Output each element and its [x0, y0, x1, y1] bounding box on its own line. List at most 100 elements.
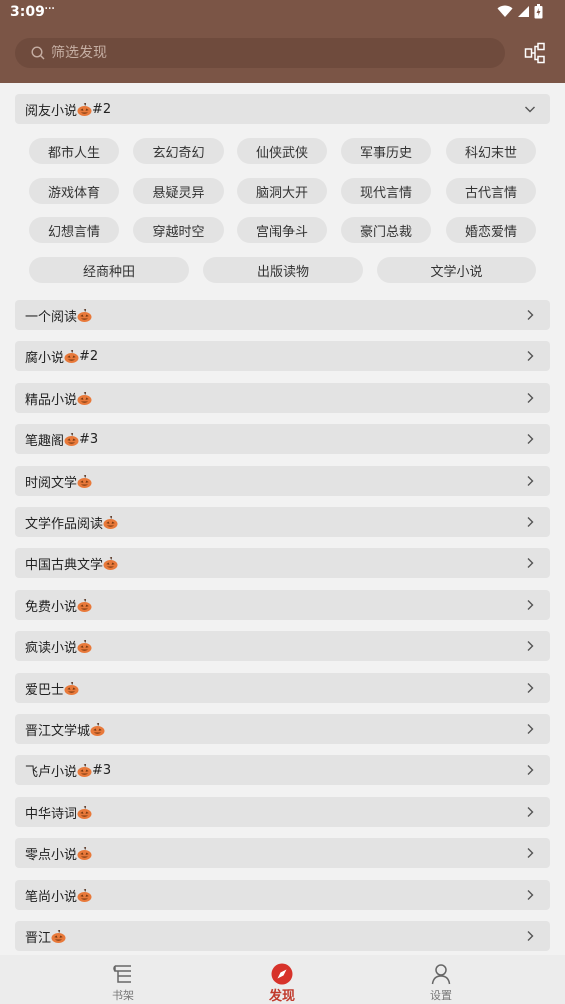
source-name: 零点小说 — [25, 847, 78, 863]
tag-item[interactable]: 悬疑灵异 — [133, 178, 224, 204]
chevron-right-icon — [527, 765, 534, 775]
source-name: 晋江 — [25, 930, 52, 946]
source-row[interactable]: 爱巴士 — [15, 673, 550, 703]
source-name: 飞卢小说 — [25, 764, 78, 780]
pumpkin-icon — [77, 888, 92, 902]
chevron-right-icon — [527, 310, 534, 320]
chevron-right-icon — [527, 848, 534, 858]
source-name: 笔趣阁 — [25, 433, 65, 449]
nav-label: 发现 — [268, 989, 295, 1004]
chevron-right-icon — [527, 683, 534, 693]
chevron-right-icon — [527, 351, 534, 361]
group-suffix: #2 — [92, 101, 112, 117]
source-row[interactable]: 精品小说 — [15, 383, 550, 413]
source-name: 免费小说 — [25, 599, 78, 615]
pumpkin-icon — [103, 515, 118, 529]
nav-settings[interactable]: 设置 — [381, 955, 501, 1004]
pumpkin-icon — [77, 308, 92, 322]
source-row[interactable]: 中国古典文学 — [15, 548, 550, 578]
compass-icon — [271, 963, 293, 985]
discover-list: 阅友小说 #2 都市人生 玄幻奇幻 仙侠武侠 军事历史 科幻末世 游戏体育 悬疑… — [0, 83, 565, 955]
source-suffix: #2 — [79, 348, 99, 364]
pumpkin-icon — [51, 929, 66, 943]
group-title: 阅友小说 — [25, 103, 78, 119]
pumpkin-icon — [77, 391, 92, 405]
wifi-icon — [497, 5, 513, 17]
source-suffix: #3 — [92, 762, 112, 778]
source-row[interactable]: 晋江 — [15, 921, 550, 951]
tag-item[interactable]: 仙侠武侠 — [237, 138, 327, 164]
tag-item[interactable]: 军事历史 — [341, 138, 431, 164]
source-name: 疯读小说 — [25, 640, 78, 656]
tag-item[interactable]: 现代言情 — [341, 178, 431, 204]
tag-item[interactable]: 文学小说 — [377, 257, 536, 283]
pumpkin-icon — [64, 432, 79, 446]
chevron-right-icon — [527, 641, 534, 651]
source-name: 时阅文学 — [25, 475, 78, 491]
pumpkin-icon — [90, 722, 105, 736]
source-row[interactable]: 笔尚小说 — [15, 880, 550, 910]
source-name: 精品小说 — [25, 392, 78, 408]
pumpkin-icon — [77, 805, 92, 819]
source-row[interactable]: 疯读小说 — [15, 631, 550, 661]
tag-item[interactable]: 宫闱争斗 — [237, 217, 327, 243]
status-time: 3:09 — [10, 4, 45, 20]
chevron-right-icon — [527, 890, 534, 900]
source-row[interactable]: 腐小说 #2 — [15, 341, 550, 371]
source-name: 一个阅读 — [25, 309, 78, 325]
tag-item[interactable]: 豪门总裁 — [341, 217, 431, 243]
tag-item[interactable]: 科幻末世 — [446, 138, 536, 164]
signal-icon — [518, 6, 529, 17]
source-row[interactable]: 中华诗词 — [15, 797, 550, 827]
source-row[interactable]: 文学作品阅读 — [15, 507, 550, 537]
pumpkin-icon — [77, 763, 92, 777]
source-row[interactable]: 一个阅读 — [15, 300, 550, 330]
tag-item[interactable]: 婚恋爱情 — [446, 217, 536, 243]
chevron-right-icon — [527, 600, 534, 610]
pumpkin-icon — [77, 598, 92, 612]
nav-bookshelf[interactable]: 书架 — [63, 955, 183, 1004]
status-bar: 3:09 ··· — [0, 0, 565, 26]
source-name: 爱巴士 — [25, 682, 65, 698]
pumpkin-icon — [103, 556, 118, 570]
tag-item[interactable]: 玄幻奇幻 — [133, 138, 224, 164]
pumpkin-icon — [77, 639, 92, 653]
tag-item[interactable]: 出版读物 — [203, 257, 363, 283]
tag-item[interactable]: 都市人生 — [29, 138, 119, 164]
nav-label: 书架 — [112, 989, 134, 1002]
group-header-yueyou[interactable]: 阅友小说 #2 — [15, 94, 550, 124]
source-name: 文学作品阅读 — [25, 516, 104, 532]
search-input[interactable] — [51, 45, 471, 61]
tag-item[interactable]: 游戏体育 — [29, 178, 119, 204]
search-box[interactable] — [15, 38, 505, 68]
source-row[interactable]: 笔趣阁 #3 — [15, 424, 550, 454]
bottom-navigation: 书架 发现 设置 — [0, 955, 565, 1004]
battery-icon — [534, 4, 543, 19]
chevron-right-icon — [527, 724, 534, 734]
pumpkin-icon — [77, 846, 92, 860]
nav-label: 设置 — [430, 989, 452, 1002]
person-icon — [431, 964, 451, 985]
source-suffix: #3 — [79, 431, 99, 447]
pumpkin-icon — [77, 102, 92, 116]
source-row[interactable]: 零点小说 — [15, 838, 550, 868]
source-name: 笔尚小说 — [25, 889, 78, 905]
source-row[interactable]: 飞卢小说 #3 — [15, 755, 550, 785]
pumpkin-icon — [64, 349, 79, 363]
source-row[interactable]: 免费小说 — [15, 590, 550, 620]
source-name: 腐小说 — [25, 350, 65, 366]
tag-item[interactable]: 穿越时空 — [133, 217, 224, 243]
tag-item[interactable]: 脑洞大开 — [237, 178, 327, 204]
tag-item[interactable]: 幻想言情 — [29, 217, 119, 243]
pumpkin-icon — [77, 474, 92, 488]
nav-discover[interactable]: 发现 — [222, 955, 342, 1004]
chevron-right-icon — [527, 476, 534, 486]
bookshelf-icon — [113, 965, 131, 983]
tree-structure-icon[interactable] — [524, 42, 546, 64]
tag-item[interactable]: 古代言情 — [446, 178, 536, 204]
status-notification-dots: ··· — [44, 1, 55, 17]
tag-item[interactable]: 经商种田 — [29, 257, 189, 283]
source-row[interactable]: 晋江文学城 — [15, 714, 550, 744]
pumpkin-icon — [64, 681, 79, 695]
source-row[interactable]: 时阅文学 — [15, 466, 550, 496]
